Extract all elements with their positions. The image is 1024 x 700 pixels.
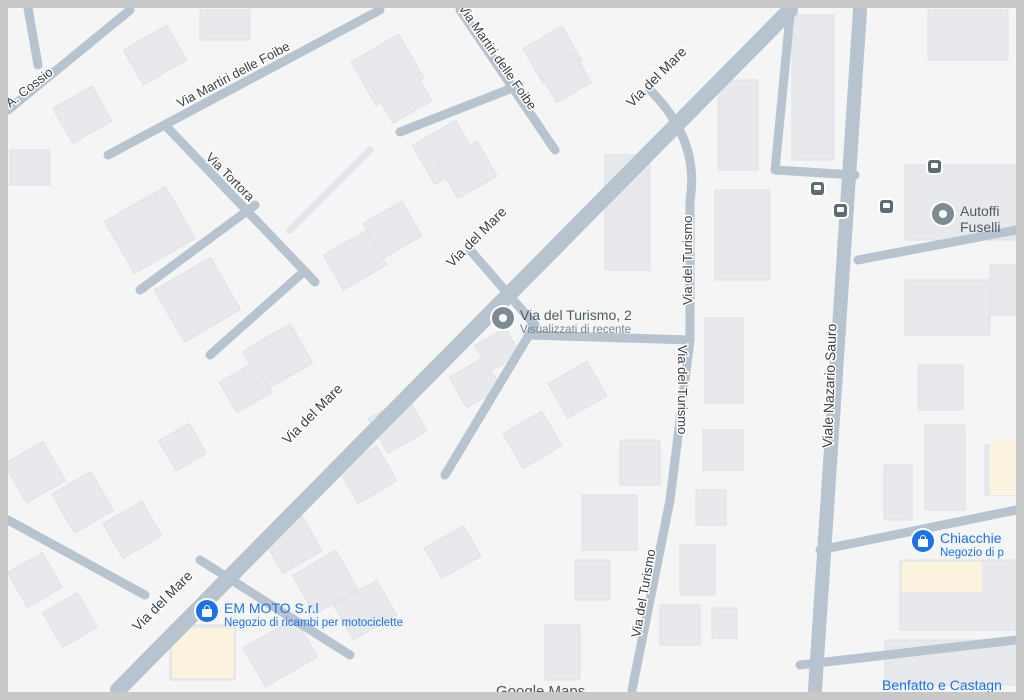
- poi-title: Autoffi: [960, 203, 1000, 219]
- map-watermark: Google Maps: [496, 683, 586, 692]
- shopping-bag-icon: [196, 600, 218, 622]
- location-pin-icon: [492, 307, 514, 329]
- map-canvas[interactable]: A. Cossio Via Martiri delle Foibe Via Ma…: [8, 8, 1016, 692]
- poi-chiacchiere[interactable]: Chiacchie Negozio di p: [912, 530, 1004, 560]
- street-label: Via Martiri delle Foibe: [174, 38, 292, 110]
- location-pin-icon: [932, 203, 954, 225]
- street-label: Via del Mare: [279, 380, 346, 447]
- poi-subtitle: Negozio di p: [940, 547, 1004, 559]
- poi-title: Chiacchie: [940, 530, 1002, 546]
- poi-title-line2: Fuselli: [960, 219, 1001, 235]
- poi-em-moto[interactable]: EM MOTO S.r.l Negozio di ricambi per mot…: [196, 600, 403, 630]
- poi-title: EM MOTO S.r.l: [224, 600, 319, 616]
- bus-stop-icon[interactable]: [928, 160, 941, 173]
- poi-subtitle: Negozio di ricambi per motociclette: [224, 617, 403, 629]
- street-label: Via del Turismo: [680, 216, 695, 305]
- bus-stop-icon[interactable]: [811, 182, 824, 195]
- shopping-bag-icon: [912, 530, 934, 552]
- poi-autofficina[interactable]: Autoffi Fuselli: [932, 203, 1000, 235]
- poi-title: Via del Turismo, 2: [520, 307, 632, 323]
- bus-stop-icon[interactable]: [880, 200, 893, 213]
- poi-recent-place[interactable]: Via del Turismo, 2 Visualizzati di recen…: [492, 307, 632, 337]
- poi-benfatto-label[interactable]: Benfatto e Castagn: [882, 677, 1002, 692]
- bus-stop-icon[interactable]: [834, 204, 847, 217]
- street-label: A. Cossio: [8, 64, 56, 110]
- poi-subtitle: Visualizzati di recente: [520, 324, 632, 336]
- buildings: [8, 9, 1016, 688]
- map-layer: A. Cossio Via Martiri delle Foibe Via Ma…: [8, 8, 1016, 692]
- street-label: Via del Turismo: [675, 345, 690, 434]
